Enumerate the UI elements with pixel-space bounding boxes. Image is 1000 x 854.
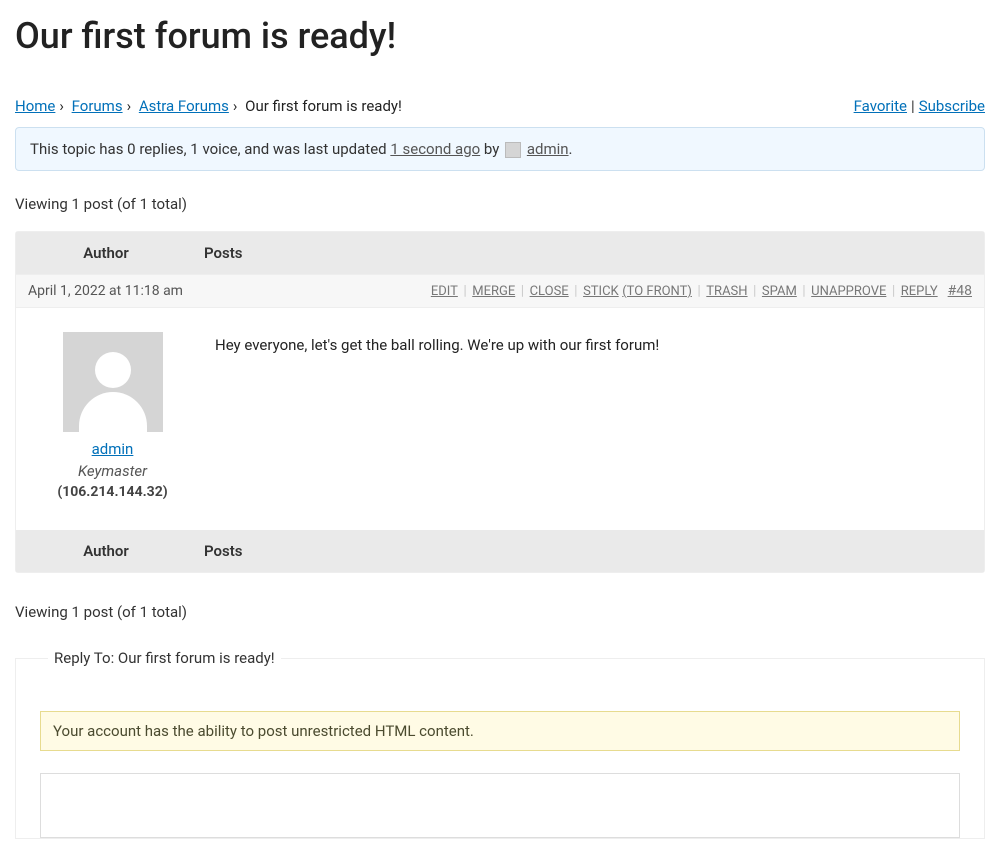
post-content: Hey everyone, let's get the ball rolling…: [195, 332, 970, 500]
posts-footer: Author Posts: [16, 530, 984, 572]
author-block: admin Keymaster (106.214.144.32): [30, 332, 195, 500]
reply-editor[interactable]: [40, 773, 960, 838]
header-author: Author: [16, 244, 196, 262]
topic-actions: Favorite|Subscribe: [854, 97, 985, 115]
posts-frame: Author Posts April 1, 2022 at 11:18 am E…: [15, 231, 985, 573]
post-number-link[interactable]: #48: [948, 283, 972, 299]
author-role: Keymaster: [30, 462, 195, 480]
notice-by: by: [480, 140, 503, 158]
footer-author: Author: [16, 542, 196, 560]
reply-link[interactable]: REPLY: [901, 284, 938, 299]
breadcrumb-current: Our first forum is ready!: [245, 97, 402, 115]
subscribe-link[interactable]: Subscribe: [919, 97, 985, 115]
breadcrumb-forums[interactable]: Forums: [72, 97, 123, 115]
breadcrumb: Home› Forums› Astra Forums› Our first fo…: [15, 97, 402, 115]
author-name-link[interactable]: admin: [92, 440, 134, 458]
spam-link[interactable]: SPAM: [762, 284, 797, 299]
favorite-link[interactable]: Favorite: [854, 97, 907, 115]
reply-form: Reply To: Our first forum is ready! Your…: [15, 649, 985, 839]
merge-link[interactable]: MERGE: [472, 284, 515, 299]
notice-suffix: .: [569, 140, 573, 158]
notice-timeago-link[interactable]: 1 second ago: [390, 140, 480, 158]
author-ip: (106.214.144.32): [30, 484, 195, 500]
notice-user-link[interactable]: admin: [527, 140, 569, 158]
breadcrumb-astra[interactable]: Astra Forums: [139, 97, 229, 115]
viewing-count-bottom: Viewing 1 post (of 1 total): [15, 603, 985, 621]
reply-legend: Reply To: Our first forum is ready!: [48, 649, 281, 667]
post-meta-row: April 1, 2022 at 11:18 am EDIT | MERGE |…: [16, 274, 984, 308]
header-posts: Posts: [196, 244, 984, 262]
html-notice: Your account has the ability to post unr…: [40, 711, 960, 751]
posts-header: Author Posts: [16, 232, 984, 274]
avatar-icon: [63, 332, 163, 432]
stick-link[interactable]: STICK: [583, 284, 619, 299]
admin-links: EDIT | MERGE | CLOSE | STICK (TO FRONT) …: [431, 283, 938, 299]
top-row: Home› Forums› Astra Forums› Our first fo…: [15, 97, 985, 115]
unapprove-link[interactable]: UNAPPROVE: [811, 284, 886, 299]
notice-prefix: This topic has 0 replies, 1 voice, and w…: [30, 140, 390, 158]
avatar-icon: [505, 142, 521, 158]
viewing-count-top: Viewing 1 post (of 1 total): [15, 195, 985, 213]
trash-link[interactable]: TRASH: [706, 284, 747, 299]
breadcrumb-home[interactable]: Home: [15, 97, 55, 115]
footer-posts: Posts: [196, 542, 984, 560]
page-title: Our first forum is ready!: [15, 15, 985, 57]
edit-link[interactable]: EDIT: [431, 284, 458, 299]
stick-to-front-link[interactable]: (TO FRONT): [622, 284, 692, 299]
post-body: admin Keymaster (106.214.144.32) Hey eve…: [16, 308, 984, 530]
post-date: April 1, 2022 at 11:18 am: [28, 283, 183, 299]
topic-notice: This topic has 0 replies, 1 voice, and w…: [15, 127, 985, 171]
close-link[interactable]: CLOSE: [530, 284, 569, 299]
